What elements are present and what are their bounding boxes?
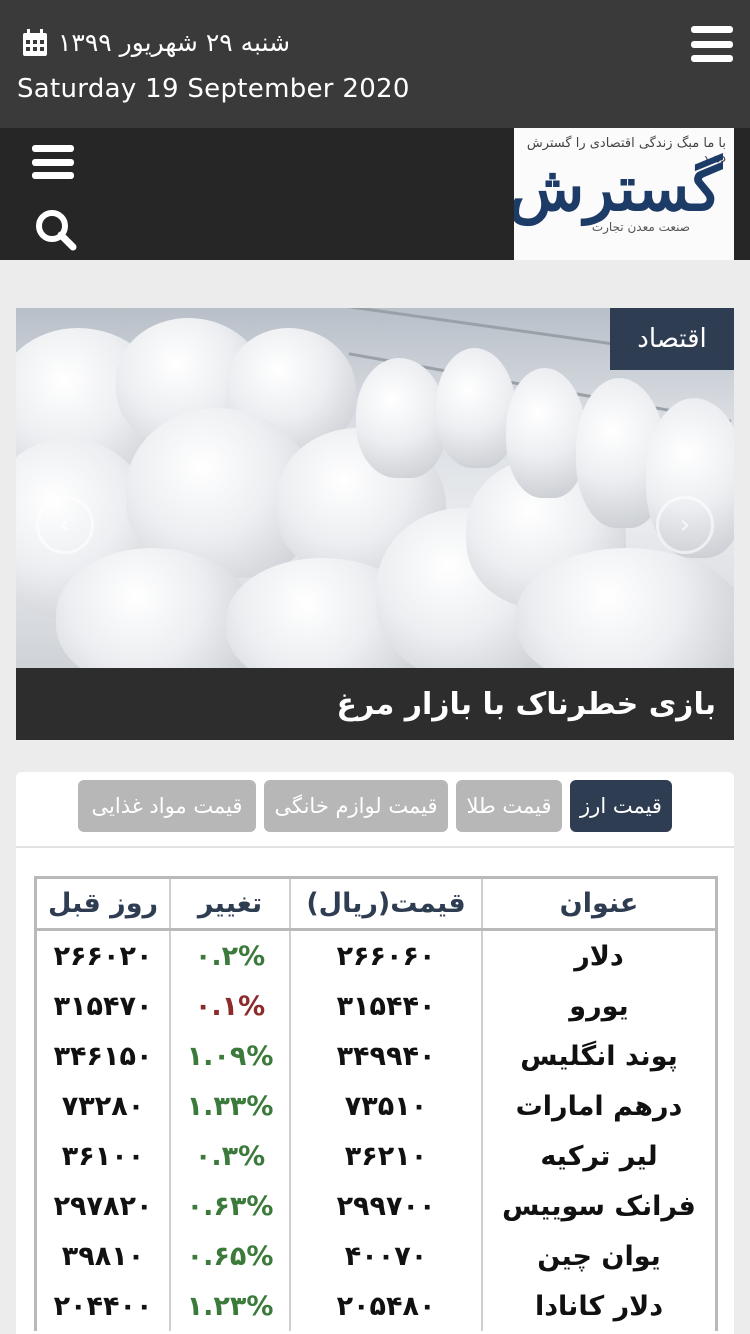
currency-price: ۳۶۲۱۰ — [289, 1131, 481, 1181]
currency-prev-price: ۲۶۶۰۲۰ — [53, 940, 153, 972]
chevron-left-icon: ‹ — [59, 510, 71, 540]
search-icon — [36, 210, 77, 251]
tab-appliance-price[interactable]: قیمت لوازم خانگی — [264, 780, 448, 832]
currency-name: یوان چین — [481, 1231, 715, 1281]
currency-change: ۱.۳۳% — [169, 1081, 289, 1131]
slider-prev-button[interactable]: ‹ — [36, 496, 94, 554]
header-title: عنوان — [481, 879, 715, 928]
price-panel: قیمت ارز قیمت طلا قیمت لوازم خانگی قیمت … — [16, 772, 734, 1334]
currency-name: پوند انگلیس — [481, 1031, 715, 1081]
category-menu-button[interactable] — [32, 145, 74, 179]
logo-wordmark: گسترش — [514, 152, 724, 225]
featured-headline[interactable]: بازی خطرناک با بازار مرغ — [16, 668, 734, 740]
table-row: پوند انگلیس ۳۴۹۹۴۰ ۱.۰۹% ۳۴۶۱۵۰ — [37, 1031, 715, 1081]
currency-prev-price: ۳۹۸۱۰ — [61, 1240, 145, 1272]
currency-prev-price: ۲۹۷۸۲۰ — [53, 1190, 153, 1222]
currency-price: ۴۰۰۷۰ — [289, 1231, 481, 1281]
search-button[interactable] — [34, 208, 78, 252]
table-header: عنوان قیمت(ریال) تغییر روز قبل — [37, 879, 715, 931]
tab-food-price[interactable]: قیمت مواد غذایی — [78, 780, 256, 832]
currency-prev-price: ۳۱۵۴۷۰ — [53, 990, 153, 1022]
english-date: Saturday 19 September 2020 — [17, 74, 410, 104]
currency-change: ۰.۱% — [169, 981, 289, 1031]
persian-date-text: شنبه ۲۹ شهریور ۱۳۹۹ — [58, 28, 291, 57]
tab-currency-price[interactable]: قیمت ارز — [570, 780, 672, 832]
site-logo[interactable]: با ما مبگ زندگی اقتصادی را گسترش دهید گس… — [514, 128, 734, 260]
currency-name: یورو — [481, 981, 715, 1031]
featured-slider[interactable]: اقتصاد ‹ › بازی خطرناک با بازار مرغ — [16, 308, 734, 740]
tab-gold-price[interactable]: قیمت طلا — [456, 780, 562, 832]
currency-name: فرانک سوییس — [481, 1181, 715, 1231]
currency-prev-price: ۲۰۴۴۰۰ — [53, 1290, 153, 1322]
currency-prev-price: ۳۶۱۰۰ — [61, 1140, 145, 1172]
currency-price: ۲۹۹۷۰۰ — [289, 1181, 481, 1231]
header-price: قیمت(ریال) — [289, 879, 481, 928]
currency-change: ۱.۲۳% — [169, 1281, 289, 1331]
persian-date: شنبه ۲۹ شهریور ۱۳۹۹ — [22, 28, 290, 57]
currency-price: ۷۳۵۱۰ — [289, 1081, 481, 1131]
hamburger-icon — [691, 26, 733, 33]
table-row: درهم امارات ۷۳۵۱۰ ۱.۳۳% ۷۳۲۸۰ — [37, 1081, 715, 1131]
currency-change: ۰.۶۵% — [169, 1231, 289, 1281]
header-change: تغییر — [169, 879, 289, 928]
currency-prev-price: ۷۳۲۸۰ — [61, 1090, 145, 1122]
table-row: یوان چین ۴۰۰۷۰ ۰.۶۵% ۳۹۸۱۰ — [37, 1231, 715, 1281]
table-row: دلار کانادا ۲۰۵۴۸۰ ۱.۲۳% ۲۰۴۴۰۰ — [37, 1281, 715, 1331]
currency-prev-price: ۳۴۶۱۵۰ — [53, 1040, 153, 1072]
hamburger-icon — [32, 145, 74, 152]
currency-change: ۱.۰۹% — [169, 1031, 289, 1081]
top-bar: شنبه ۲۹ شهریور ۱۳۹۹ Saturday 19 Septembe… — [0, 0, 750, 128]
currency-name: لیر ترکیه — [481, 1131, 715, 1181]
currency-change: ۰.۳% — [169, 1131, 289, 1181]
header-prev: روز قبل — [47, 888, 159, 919]
currency-price: ۲۶۶۰۶۰ — [289, 931, 481, 981]
currency-name: درهم امارات — [481, 1081, 715, 1131]
table-row: فرانک سوییس ۲۹۹۷۰۰ ۰.۶۳% ۲۹۷۸۲۰ — [37, 1181, 715, 1231]
logo-subtitle: صنعت معدن تجارت — [591, 220, 690, 234]
currency-price: ۲۰۵۴۸۰ — [289, 1281, 481, 1331]
currency-price: ۳۴۹۹۴۰ — [289, 1031, 481, 1081]
price-tabs: قیمت ارز قیمت طلا قیمت لوازم خانگی قیمت … — [16, 772, 734, 848]
main-menu-button[interactable] — [691, 26, 733, 62]
currency-price: ۳۱۵۴۴۰ — [289, 981, 481, 1031]
table-row: یورو ۳۱۵۴۴۰ ۰.۱% ۳۱۵۴۷۰ — [37, 981, 715, 1031]
currency-table: عنوان قیمت(ریال) تغییر روز قبل دلار ۲۶۶۰۶… — [34, 876, 718, 1331]
currency-change: ۰.۲% — [169, 931, 289, 981]
table-row: دلار ۲۶۶۰۶۰ ۰.۲% ۲۶۶۰۲۰ — [37, 931, 715, 981]
category-badge[interactable]: اقتصاد — [610, 308, 734, 370]
secondary-bar: با ما مبگ زندگی اقتصادی را گسترش دهید گس… — [0, 128, 750, 260]
slider-next-button[interactable]: › — [656, 496, 714, 554]
chevron-right-icon: › — [679, 510, 691, 540]
featured-image[interactable]: اقتصاد ‹ › — [16, 308, 734, 668]
currency-change: ۰.۶۳% — [169, 1181, 289, 1231]
table-row: لیر ترکیه ۳۶۲۱۰ ۰.۳% ۳۶۱۰۰ — [37, 1131, 715, 1181]
currency-name: دلار — [481, 931, 715, 981]
currency-name: دلار کانادا — [481, 1281, 715, 1331]
calendar-icon — [22, 28, 48, 57]
